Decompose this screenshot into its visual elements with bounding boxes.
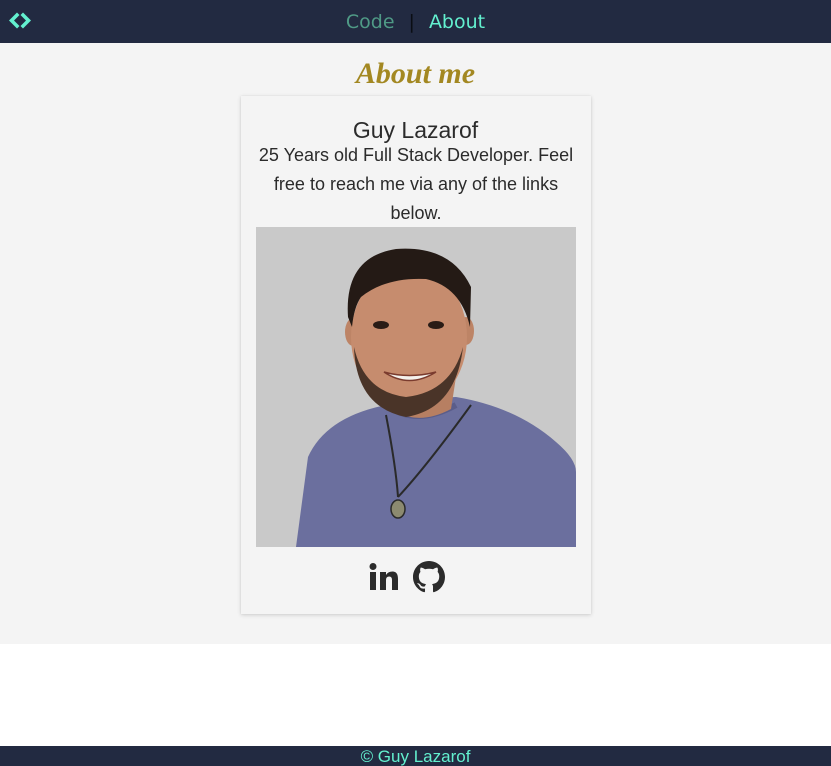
nav-separator: | <box>408 10 415 33</box>
footer: © Guy Lazarof <box>0 746 831 766</box>
social-links <box>369 560 445 598</box>
github-icon[interactable] <box>413 560 445 598</box>
profile-photo <box>256 227 576 547</box>
nav-links: Code | About <box>0 0 831 43</box>
nav-link-code[interactable]: Code <box>346 11 395 33</box>
profile-description: 25 Years old Full Stack Developer. Feel … <box>258 145 574 223</box>
page-title: About me <box>355 57 476 90</box>
footer-copyright: © Guy Lazarof <box>360 747 471 766</box>
nav-link-about[interactable]: About <box>429 11 485 33</box>
linkedin-icon[interactable] <box>369 562 399 597</box>
navbar: Code | About <box>0 0 831 43</box>
profile-name: Guy Lazarof <box>352 117 479 143</box>
